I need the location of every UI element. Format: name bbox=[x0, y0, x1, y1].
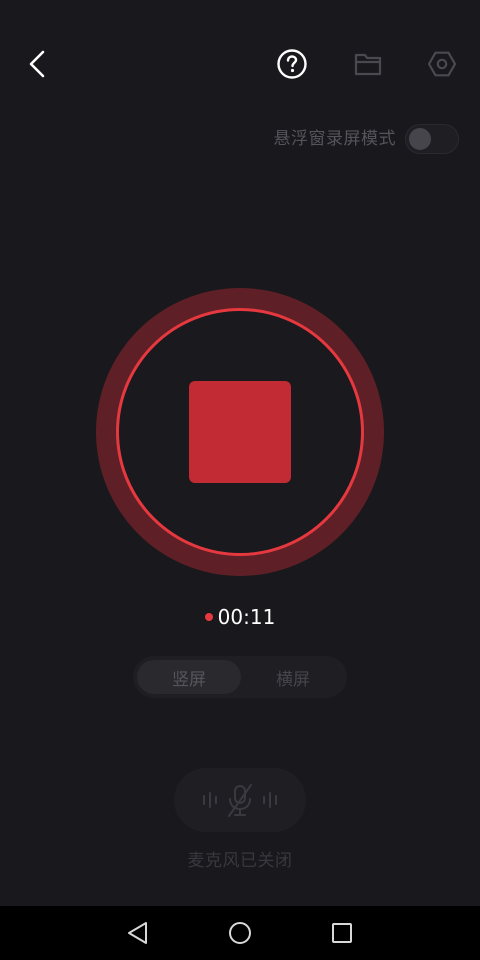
settings-icon bbox=[427, 51, 457, 77]
nav-back-icon bbox=[128, 922, 147, 944]
nav-home-icon bbox=[229, 922, 251, 944]
folder-button[interactable] bbox=[348, 44, 388, 84]
recording-timer: 00:11 bbox=[0, 604, 480, 630]
folder-icon bbox=[354, 53, 382, 76]
toggle-knob bbox=[409, 128, 431, 150]
orientation-landscape-option[interactable]: 横屏 bbox=[243, 660, 343, 694]
floating-window-mode-label: 悬浮窗录屏模式 bbox=[273, 129, 396, 149]
orientation-portrait-option[interactable]: 竖屏 bbox=[137, 660, 241, 694]
stop-icon[interactable] bbox=[189, 381, 291, 483]
recording-dot-icon bbox=[204, 613, 213, 621]
microphone-status-label: 麦克风已关闭 bbox=[187, 851, 293, 871]
nav-recents-button[interactable] bbox=[322, 913, 362, 953]
help-icon bbox=[277, 49, 307, 79]
help-button[interactable] bbox=[272, 44, 312, 84]
microphone-muted-icon bbox=[203, 784, 277, 817]
nav-back-button[interactable] bbox=[118, 913, 158, 953]
floating-window-mode-toggle[interactable] bbox=[405, 124, 459, 154]
orientation-switch: 竖屏 横屏 bbox=[133, 656, 347, 698]
nav-recents-icon bbox=[332, 923, 352, 943]
back-button[interactable] bbox=[18, 44, 58, 84]
system-navigation-bar bbox=[0, 906, 480, 960]
settings-button[interactable] bbox=[422, 44, 462, 84]
back-arrow-icon bbox=[29, 50, 45, 78]
timer-text: 00:11 bbox=[217, 605, 276, 629]
microphone-button[interactable] bbox=[174, 768, 306, 832]
nav-home-button[interactable] bbox=[220, 913, 260, 953]
